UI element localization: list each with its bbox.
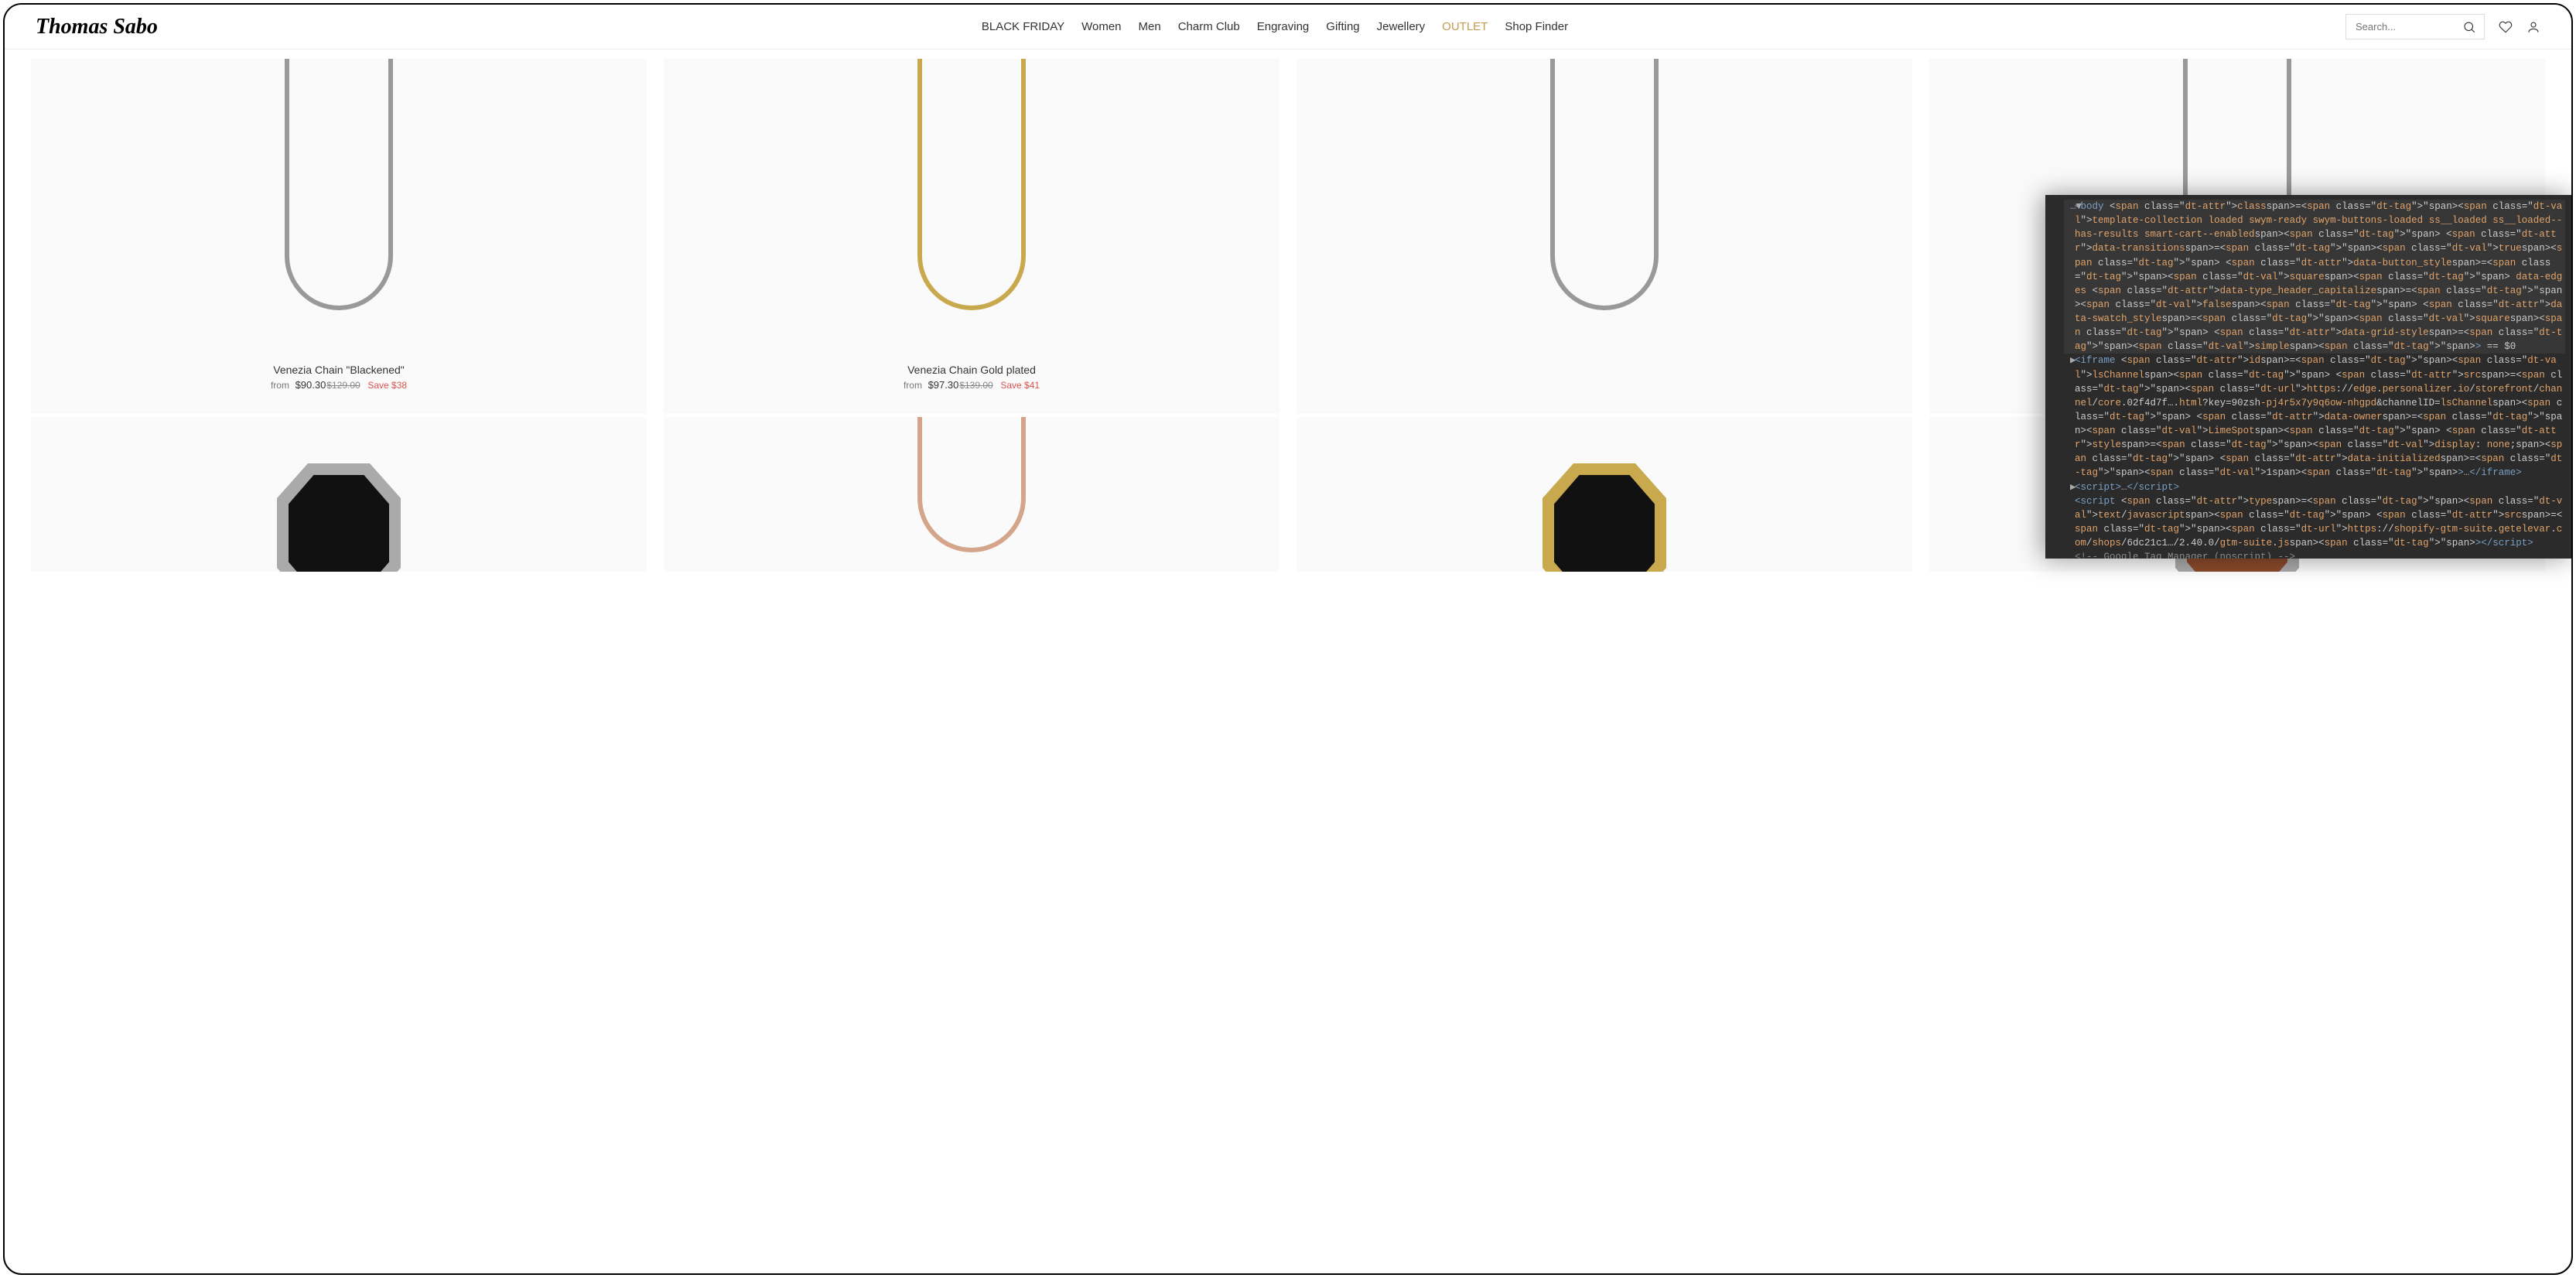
main-nav: BLACK FRIDAY Women Men Charm Club Engraving G… [204,20,2345,33]
product-card[interactable]: 30% OFF [664,417,1279,572]
product-price: from $97.30$139.00 Save $41 [668,379,1275,391]
product-info [1297,353,1912,390]
brand-logo[interactable]: Thomas Sabo [36,15,158,39]
product-card[interactable]: 30% OFFBEST SELLER [1297,59,1912,414]
product-image [31,417,647,572]
product-title: Venezia Chain "Blackened" [36,364,642,376]
product-image [664,417,1279,572]
search-input[interactable] [2356,21,2456,32]
nav-item-gifting[interactable]: Gifting [1326,20,1359,33]
nav-item-men[interactable]: Men [1139,20,1161,33]
product-image [1297,59,1912,353]
nav-item-engraving[interactable]: Engraving [1257,20,1310,33]
devtools-line[interactable]: ▶<iframe <span class="dt-attr">idspan>=<… [2064,354,2565,480]
product-image [31,59,647,353]
product-card[interactable]: 50% OFF [1297,417,1912,572]
product-image [1297,417,1912,572]
nav-item-jewellery[interactable]: Jewellery [1377,20,1426,33]
product-price: from $90.30$129.00 Save $38 [36,379,642,391]
product-card[interactable]: 30% OFF [31,417,647,572]
nav-item-outlet[interactable]: OUTLET [1442,20,1488,33]
devtools-line[interactable]: …▼<body <span class="dt-attr">classspan>… [2064,200,2565,354]
account-icon[interactable] [2526,20,2540,34]
product-image [664,59,1279,353]
nav-item-shop-finder[interactable]: Shop Finder [1505,20,1568,33]
search-box[interactable] [2345,14,2485,39]
nav-item-women[interactable]: Women [1081,20,1121,33]
product-info: Venezia Chain Gold plated from $97.30$139… [664,353,1279,414]
devtools-line[interactable]: ▶<script>…</script> [2064,480,2565,494]
product-title: Venezia Chain Gold plated [668,364,1275,376]
nav-item-charm-club[interactable]: Charm Club [1178,20,1240,33]
product-card[interactable]: 30% OFFBEST SELLERVenezia Chain "Blacken… [31,59,647,414]
nav-item-black-friday[interactable]: BLACK FRIDAY [982,20,1064,33]
heart-icon[interactable] [2499,20,2513,34]
product-info: Venezia Chain "Blackened" from $90.30$129… [31,353,647,414]
devtools-line[interactable]: <!-- Google Tag Manager (noscript) --> [2064,550,2565,559]
search-icon[interactable] [2462,20,2476,34]
product-card[interactable]: 30% OFFBEST SELLERVenezia Chain Gold pla… [664,59,1279,414]
devtools-panel[interactable]: …▼<body <span class="dt-attr">classspan>… [2045,195,2571,559]
site-header: Thomas Sabo BLACK FRIDAY Women Men Charm Cl… [5,5,2571,50]
devtools-line[interactable]: <script <span class="dt-attr">typespan>=… [2064,494,2565,551]
